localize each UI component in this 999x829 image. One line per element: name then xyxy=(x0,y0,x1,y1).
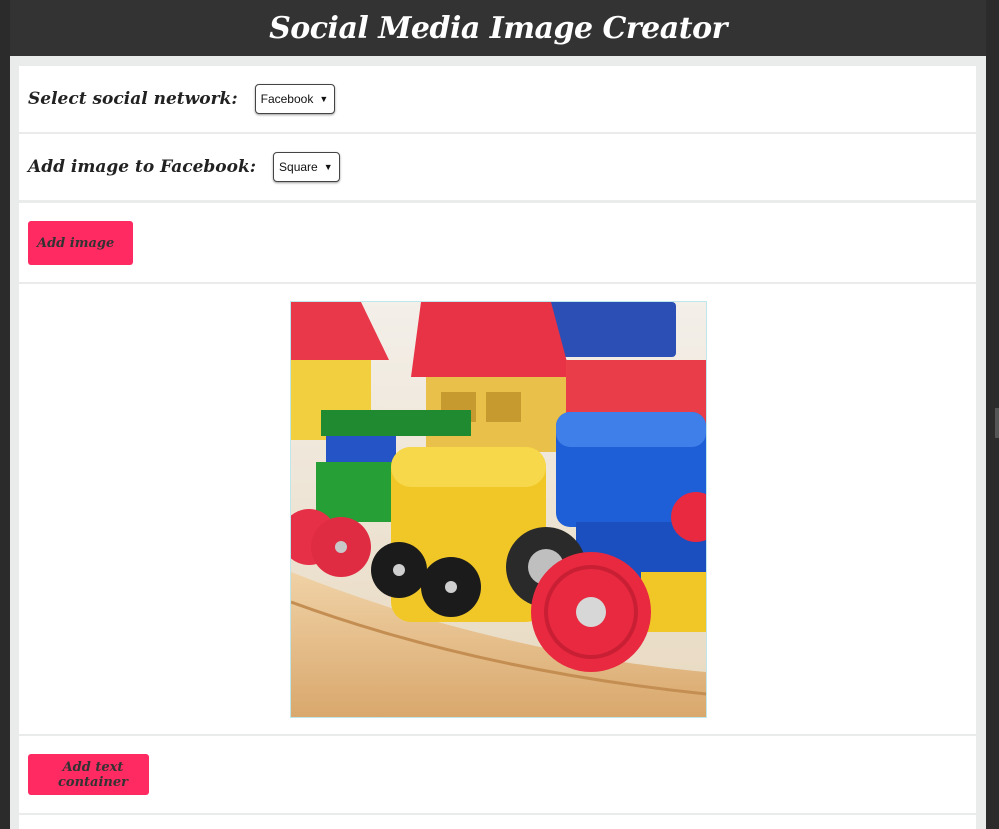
add-text-container-button[interactable]: Add text container xyxy=(28,754,149,795)
network-select-value: Facebook xyxy=(260,92,314,106)
app-header: Social Media Image Creator xyxy=(10,0,986,56)
uploaded-image[interactable] xyxy=(290,301,707,718)
network-row: Select social network: Facebook ▼ xyxy=(19,66,976,132)
chevron-down-icon: ▼ xyxy=(319,94,329,104)
chevron-down-icon: ▼ xyxy=(323,162,333,172)
app-container: Social Media Image Creator Select social… xyxy=(10,0,986,829)
add-text-row: Add text container xyxy=(19,736,976,813)
add-image-button[interactable]: Add image xyxy=(28,221,133,265)
image-type-label: Add image to Facebook: xyxy=(28,157,257,177)
toy-train-photo xyxy=(291,302,706,717)
page-title: Social Media Image Creator xyxy=(269,10,727,46)
next-row xyxy=(19,815,976,829)
image-type-select[interactable]: Square ▼ xyxy=(273,152,340,182)
add-image-row: Add image xyxy=(19,203,976,282)
image-type-select-value: Square xyxy=(279,160,318,174)
image-type-row: Add image to Facebook: Square ▼ xyxy=(19,134,976,200)
scrollbar-handle[interactable] xyxy=(995,408,999,438)
network-select[interactable]: Facebook ▼ xyxy=(254,84,336,114)
image-preview-panel xyxy=(19,284,976,734)
network-label: Select social network: xyxy=(28,89,238,109)
